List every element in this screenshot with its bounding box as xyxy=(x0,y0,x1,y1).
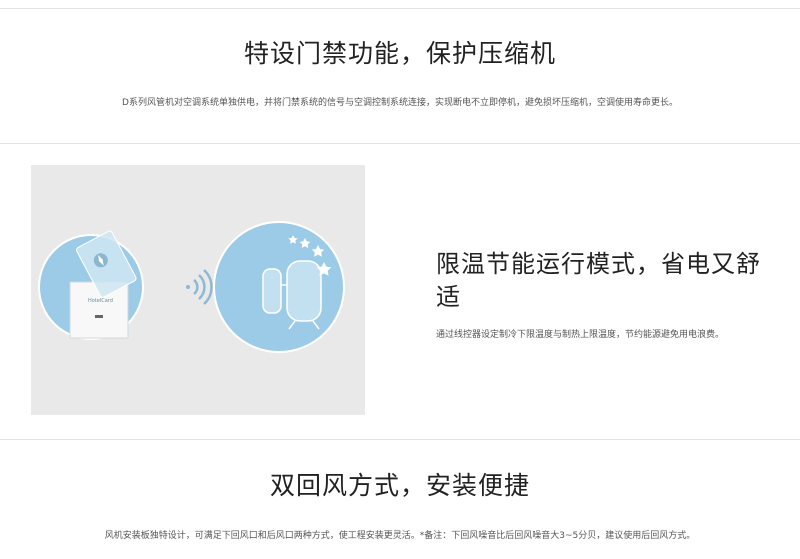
access-control-illustration: HotelCard xyxy=(31,165,365,415)
hotel-card-label: HotelCard xyxy=(88,298,113,304)
illustration-graphic: HotelCard xyxy=(38,221,345,353)
section3-title: 双回风方式，安装便捷 xyxy=(269,471,530,500)
section-divider-1 xyxy=(0,143,800,144)
section2-description: 通过线控器设定制冷下限温度与制热上限温度，节约能源避免用电浪费。 xyxy=(436,330,725,340)
section-divider-2 xyxy=(0,439,800,440)
top-divider xyxy=(0,8,800,9)
section1-description: D系列风管机对空调系统单独供电，并将门禁系统的信号与空调控制系统连接，实现断电不… xyxy=(122,98,678,108)
card-switch-led xyxy=(95,315,103,318)
section3-description: 风机安装板独特设计，可满足下回风口和后风口两种方式，使工程安装更灵活。*备注：下… xyxy=(104,531,696,541)
section2-title: 限温节能运行模式，省电又舒适 xyxy=(436,250,761,311)
wireless-signal-icon xyxy=(186,269,213,305)
section1-title: 特设门禁功能，保护压缩机 xyxy=(243,39,556,68)
